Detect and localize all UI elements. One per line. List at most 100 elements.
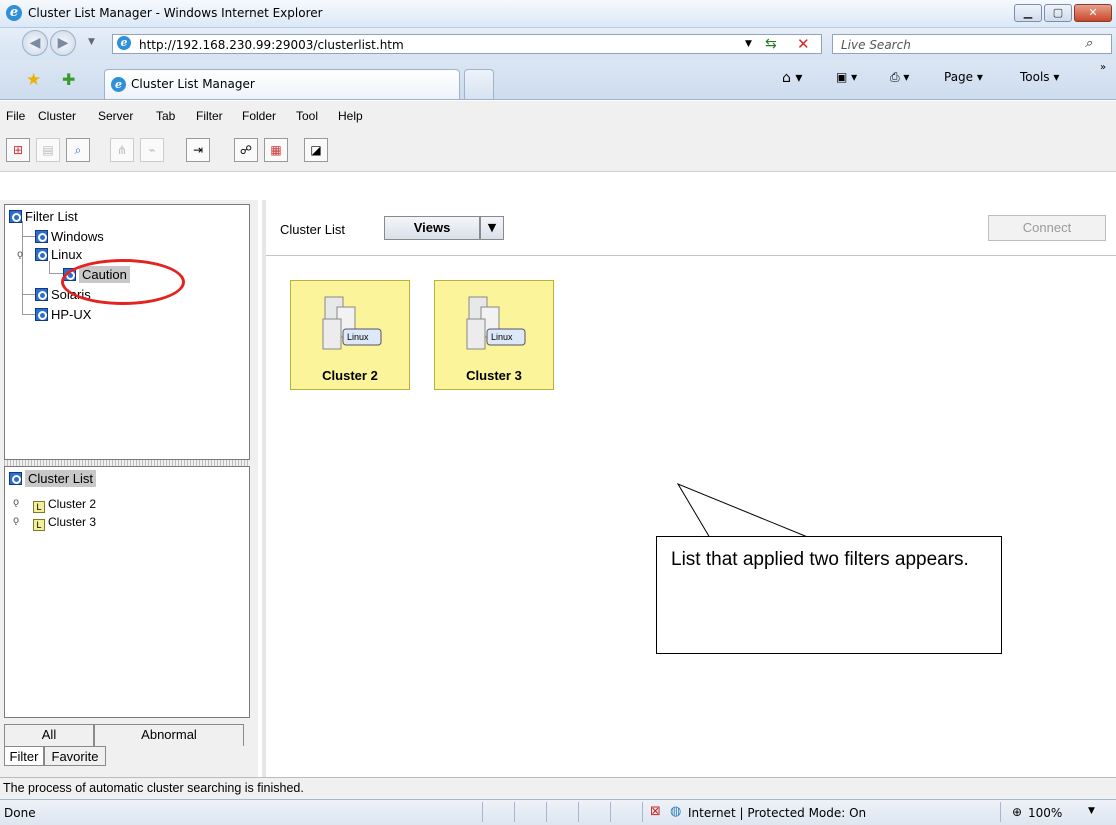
left-panel: Filter List Windows ǫ Linux Caution Sola… — [0, 200, 258, 777]
status-done: Done — [4, 806, 36, 820]
menu-folder[interactable]: Folder — [242, 109, 276, 123]
export-icon[interactable]: ⇥ — [186, 138, 210, 162]
search-placeholder: Live Search — [841, 38, 911, 52]
view-tabs: All Abnormal — [4, 724, 244, 746]
tab-favorite[interactable]: Favorite — [44, 746, 106, 766]
window-title-bar: e Cluster List Manager - Windows Interne… — [0, 0, 1116, 28]
expand-toggle-icon[interactable]: ǫ — [13, 515, 19, 526]
filter-icon — [35, 308, 48, 321]
tab-cluster-list-manager[interactable]: e Cluster List Manager — [104, 69, 460, 99]
callout-pointer — [676, 482, 811, 539]
highlight-circle — [61, 259, 185, 305]
cluster-card[interactable]: Linux Cluster 3 — [434, 280, 554, 390]
cluster-icon: L — [33, 501, 45, 513]
filter-tree: Filter List Windows ǫ Linux Caution Sola… — [4, 204, 250, 460]
disconnect-icon: ⌁ — [140, 138, 164, 162]
home-icon[interactable]: ⌂ ▾ — [782, 70, 802, 86]
zoom-dropdown-icon[interactable]: ▼ — [1088, 806, 1095, 816]
cluster-tree-item[interactable]: L Cluster 2 — [33, 497, 96, 513]
os-badge: Linux — [491, 332, 513, 342]
menu-tool[interactable]: Tool — [296, 109, 318, 123]
menu-file[interactable]: File — [6, 109, 25, 123]
cluster-card[interactable]: Linux Cluster 2 — [290, 280, 410, 390]
recent-pages-icon[interactable]: ▼ — [88, 37, 95, 47]
linux-server-icon — [466, 296, 526, 350]
close-button[interactable]: ✕ — [1074, 4, 1112, 22]
views-button[interactable]: Views — [384, 216, 480, 240]
os-badge: Linux — [347, 332, 369, 342]
menu-cluster[interactable]: Cluster — [38, 109, 76, 123]
app-toolbar: ⊞ ▤ ⌕ ⋔ ⌁ ⇥ ☍ ▦ ◪ — [0, 132, 1116, 172]
app-status-text: The process of automatic cluster searchi… — [3, 781, 304, 795]
menu-help[interactable]: Help — [338, 109, 363, 123]
new-tab-button[interactable] — [464, 69, 494, 99]
forward-button[interactable]: ▶ — [50, 30, 76, 56]
filter-list-root[interactable]: Filter List — [9, 209, 78, 224]
security-zone-text[interactable]: Internet | Protected Mode: On — [688, 806, 866, 820]
window-title: Cluster List Manager - Windows Internet … — [28, 6, 323, 20]
connect-button[interactable]: Connect — [988, 215, 1106, 241]
tab-ie-icon: e — [111, 77, 126, 92]
cluster-card-name: Cluster 2 — [322, 368, 378, 383]
ie-status-bar: Done ⊠ ◍ Internet | Protected Mode: On ⊕… — [0, 799, 1116, 825]
tab-all[interactable]: All — [4, 724, 94, 746]
tab-title: Cluster List Manager — [131, 77, 255, 91]
search-icon[interactable]: ⌕ — [1085, 36, 1092, 51]
address-url: http://192.168.230.99:29003/clusterlist.… — [139, 38, 404, 52]
internet-zone-icon: ◍ — [670, 804, 682, 819]
address-dropdown-icon[interactable]: ▼ — [745, 39, 752, 49]
tab-abnormal[interactable]: Abnormal — [94, 724, 244, 746]
cluster-list-label: Cluster List — [280, 222, 346, 237]
expand-toggle-icon[interactable]: ǫ — [13, 497, 19, 508]
linux-server-icon — [322, 296, 382, 350]
tab-filter[interactable]: Filter — [4, 746, 44, 766]
menu-server[interactable]: Server — [98, 109, 133, 123]
page-icon: e — [117, 36, 131, 50]
menu-tab[interactable]: Tab — [156, 109, 175, 123]
app-menu-bar: File Cluster Server Tab Filter Folder To… — [0, 100, 1116, 132]
print-icon[interactable]: ⎙ ▾ — [890, 70, 909, 85]
callout-text: List that applied two filters appears. — [671, 549, 969, 570]
filter-item-linux[interactable]: Linux — [35, 247, 82, 262]
edit-cluster-icon: ▤ — [36, 138, 60, 162]
address-bar-row: ◀ ▶ ▼ e http://192.168.230.99:29003/clus… — [0, 28, 1116, 60]
filter-item-hp-ux[interactable]: HP-UX — [35, 307, 91, 322]
expand-toggle-icon[interactable]: ǫ — [17, 249, 23, 260]
zoom-level[interactable]: 100% — [1028, 806, 1062, 820]
chevron-right-icon[interactable]: » — [1100, 62, 1106, 73]
cluster-list-root[interactable]: Cluster List — [9, 470, 97, 487]
search-icon — [9, 472, 22, 485]
views-dropdown-icon[interactable]: ▼ — [480, 216, 504, 240]
group-icon[interactable]: ▦ — [264, 138, 288, 162]
tools-menu[interactable]: Tools ▾ — [1020, 70, 1059, 84]
filter-icon[interactable]: ◪ — [304, 138, 328, 162]
search-input[interactable]: Live Search ⌕ — [832, 34, 1112, 54]
menu-filter[interactable]: Filter — [196, 109, 223, 123]
page-menu[interactable]: Page ▾ — [944, 70, 983, 84]
favorites-star-icon[interactable]: ★ — [26, 70, 41, 90]
main-panel: Cluster List Views ▼ Connect Linux Clust… — [262, 200, 1116, 777]
back-button[interactable]: ◀ — [22, 30, 48, 56]
main-header: Cluster List Views ▼ Connect — [266, 200, 1116, 256]
popup-blocked-icon[interactable]: ⊠ — [650, 804, 661, 819]
callout-box: List that applied two filters appears. — [656, 536, 1002, 654]
filter-icon — [9, 210, 22, 223]
search-cluster-icon[interactable]: ⌕ — [66, 138, 90, 162]
filter-icon — [35, 230, 48, 243]
cluster-tree-item[interactable]: L Cluster 3 — [33, 515, 96, 531]
filter-item-windows[interactable]: Windows — [35, 229, 104, 244]
stop-icon[interactable]: ✕ — [797, 35, 810, 53]
maximize-button[interactable]: ▢ — [1044, 4, 1072, 22]
minimize-button[interactable]: ▁ — [1014, 4, 1042, 22]
mode-tabs: Filter Favorite — [4, 746, 244, 766]
cluster-card-name: Cluster 3 — [466, 368, 522, 383]
add-cluster-icon[interactable]: ⊞ — [6, 138, 30, 162]
server-search-icon[interactable]: ☍ — [234, 138, 258, 162]
address-field[interactable]: e http://192.168.230.99:29003/clusterlis… — [112, 34, 822, 54]
refresh-icon[interactable]: ⇆ — [765, 36, 777, 52]
network-icon: ⋔ — [110, 138, 134, 162]
add-favorite-icon[interactable]: ✚ — [62, 70, 75, 89]
filter-icon — [35, 248, 48, 261]
cluster-tree: Cluster List ǫ L Cluster 2 ǫ L Cluster 3 — [4, 466, 250, 718]
feeds-icon[interactable]: ▣ ▾ — [836, 70, 857, 84]
